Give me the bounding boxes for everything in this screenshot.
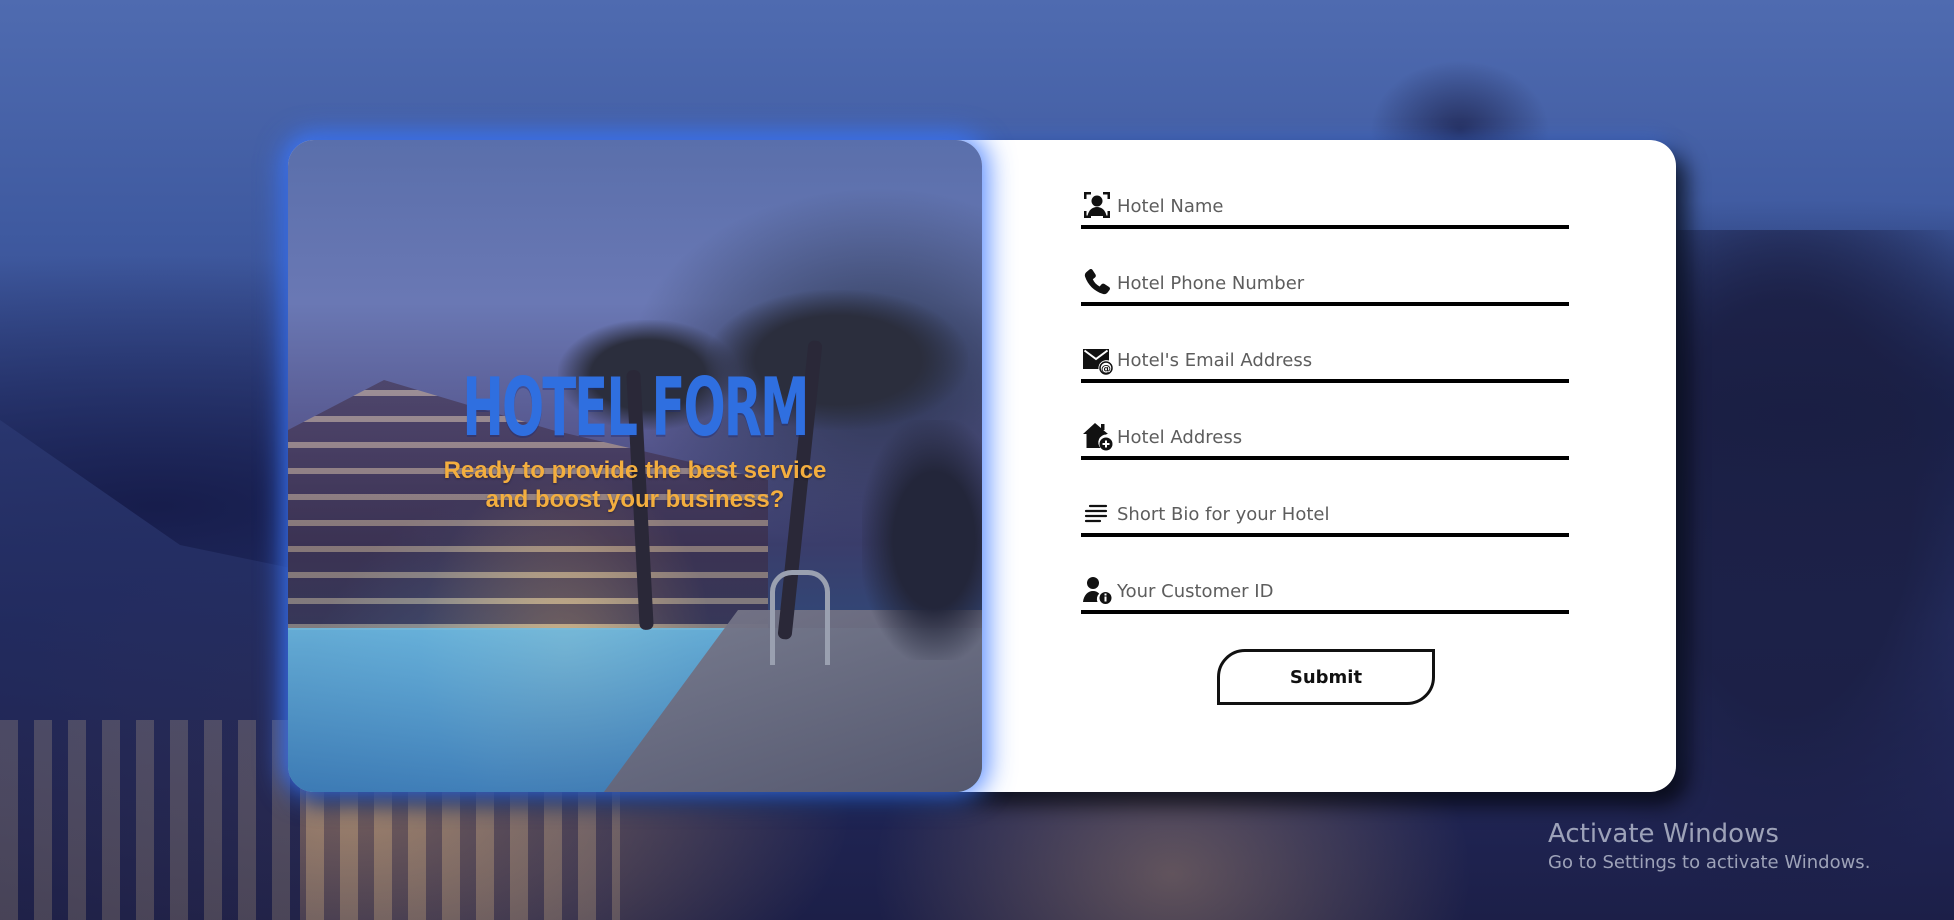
hotel-email-input[interactable] [1117,345,1567,375]
hotel-name-field [1081,182,1569,259]
field-underline [1081,302,1569,306]
field-underline [1081,379,1569,383]
hero-pool-ladder [770,570,830,665]
activate-windows-watermark: Activate Windows Go to Settings to activ… [1548,818,1870,876]
phone-icon [1081,266,1113,298]
hotel-address-input[interactable] [1117,422,1567,452]
form-card: HOTEL FORM Ready to provide the best ser… [288,140,1676,792]
hotel-bio-field [1081,490,1569,567]
hero-subtitle: Ready to provide the best service and bo… [288,456,982,514]
field-underline [1081,456,1569,460]
submit-button[interactable]: Submit [1217,649,1435,705]
hero-subtitle-line: and boost your business? [485,486,785,513]
customer-id-field [1081,567,1569,644]
field-underline [1081,533,1569,537]
hotel-email-field: @ [1081,336,1569,413]
watermark-subtitle: Go to Settings to activate Windows. [1548,852,1871,873]
user-info-icon [1081,574,1113,606]
hotel-bio-input[interactable] [1117,499,1567,529]
hotel-form: @ [1081,182,1569,644]
hotel-phone-input[interactable] [1117,268,1567,298]
field-underline [1081,610,1569,614]
hero-subtitle-line: Ready to provide the best service [443,457,827,484]
background-building [0,420,300,920]
watermark-title: Activate Windows [1548,819,1779,849]
hero-title: HOTEL FORM [462,361,809,454]
house-add-icon [1081,420,1113,452]
hotel-phone-field [1081,259,1569,336]
customer-id-input[interactable] [1117,576,1567,606]
hero-panel: HOTEL FORM Ready to provide the best ser… [288,140,982,792]
text-lines-icon [1081,497,1113,529]
email-at-icon: @ [1081,343,1113,375]
hotel-name-input[interactable] [1117,191,1567,221]
user-badge-icon [1081,189,1113,221]
svg-text:@: @ [1101,364,1111,375]
hotel-address-field [1081,413,1569,490]
field-underline [1081,225,1569,229]
